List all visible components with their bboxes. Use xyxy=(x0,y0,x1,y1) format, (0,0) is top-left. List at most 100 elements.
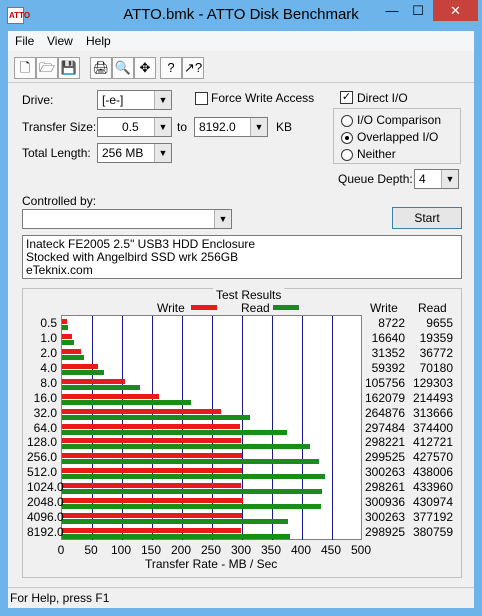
total-length-select[interactable]: 256 MB ▼ xyxy=(97,143,172,163)
y-tick-label: 16.0 xyxy=(33,390,57,405)
y-tick-label: 1024.0 xyxy=(27,480,64,495)
x-tick-label: 400 xyxy=(290,543,312,557)
transfer-from-select[interactable]: 0.5 ▼ xyxy=(97,117,172,137)
read-bar xyxy=(62,519,289,525)
read-value: 374400 xyxy=(412,420,453,435)
y-tick-label: 2.0 xyxy=(40,345,57,360)
write-value: 59392 xyxy=(371,360,405,375)
write-bar xyxy=(62,438,241,444)
test-results-group: Test Results Write Read Write Read Trans… xyxy=(22,288,462,578)
read-value: 129303 xyxy=(412,375,453,390)
save-icon[interactable]: 💾 xyxy=(58,57,80,79)
neither-label: Neither xyxy=(357,147,396,161)
start-button[interactable]: Start xyxy=(392,207,462,229)
write-bar xyxy=(62,378,126,384)
kb-label: KB xyxy=(276,120,293,134)
write-value: 300263 xyxy=(365,510,406,525)
overlapped-io-radio[interactable] xyxy=(341,132,353,144)
print-icon[interactable]: 🖨 xyxy=(90,57,112,79)
write-value: 105756 xyxy=(365,375,406,390)
read-value: 19359 xyxy=(419,330,453,345)
y-tick-label: 4.0 xyxy=(40,360,57,375)
read-bar xyxy=(62,384,140,390)
write-value: 8722 xyxy=(378,316,405,330)
x-tick-label: 200 xyxy=(170,543,192,557)
write-bar xyxy=(62,453,242,459)
transfer-from-value: 0.5 xyxy=(122,120,139,134)
read-bar xyxy=(62,534,291,540)
y-tick-label: 0.5 xyxy=(40,316,57,330)
read-value: 70180 xyxy=(419,360,453,375)
io-mode-group: I/O Comparison Overlapped I/O Neither xyxy=(333,108,461,164)
read-value: 430974 xyxy=(412,495,453,510)
x-tick-label: 350 xyxy=(260,543,282,557)
total-length-label: Total Length: xyxy=(22,146,91,160)
write-value: 31352 xyxy=(371,345,405,360)
menu-bar: File View Help xyxy=(8,31,474,51)
force-write-label: Force Write Access xyxy=(211,91,315,105)
y-tick-label: 32.0 xyxy=(33,405,57,420)
menu-view[interactable]: View xyxy=(47,34,73,48)
y-tick-label: 64.0 xyxy=(33,420,57,435)
results-chart xyxy=(61,315,362,540)
controlled-by-select[interactable]: ▼ xyxy=(22,209,232,229)
drive-select[interactable]: [-e-] ▼ xyxy=(97,90,172,110)
description-line: eTeknix.com xyxy=(26,263,93,277)
close-button[interactable]: ✕ xyxy=(433,0,478,21)
read-bar xyxy=(62,429,287,435)
transfer-to-value: 8192.0 xyxy=(199,120,236,134)
write-value: 300263 xyxy=(365,465,406,480)
io-comparison-label: I/O Comparison xyxy=(357,113,442,127)
queue-depth-select[interactable]: 4 ▼ xyxy=(414,169,459,189)
transfer-to-select[interactable]: 8192.0 ▼ xyxy=(194,117,268,137)
menu-file[interactable]: File xyxy=(15,34,34,48)
io-comparison-radio[interactable] xyxy=(341,115,353,127)
title-bar[interactable]: ATTO ATTO.bmk - ATTO Disk Benchmark — ☐ … xyxy=(0,0,482,31)
neither-radio[interactable] xyxy=(341,149,353,161)
direct-io-checkbox[interactable]: ✓ xyxy=(340,91,353,104)
new-icon[interactable]: 🗋 xyxy=(14,57,36,79)
read-value: 313666 xyxy=(412,405,453,420)
write-value: 299525 xyxy=(365,450,406,465)
write-bar xyxy=(62,483,241,489)
write-bar xyxy=(62,423,241,429)
read-value: 438006 xyxy=(412,465,453,480)
maximize-button[interactable]: ☐ xyxy=(405,0,431,21)
x-tick-label: 300 xyxy=(230,543,252,557)
x-tick-label: 250 xyxy=(200,543,222,557)
read-value: 214493 xyxy=(412,390,453,405)
move-icon[interactable]: ✥ xyxy=(134,57,156,79)
write-value: 300936 xyxy=(365,495,406,510)
read-value: 433960 xyxy=(412,480,453,495)
write-value: 298925 xyxy=(365,525,406,540)
chevron-down-icon[interactable]: ▼ xyxy=(154,118,171,136)
force-write-checkbox[interactable] xyxy=(195,92,208,105)
help-icon[interactable]: ? xyxy=(160,57,182,79)
chevron-down-icon[interactable]: ▼ xyxy=(441,170,458,188)
read-legend-label: Read xyxy=(241,301,270,315)
write-value: 264876 xyxy=(365,405,406,420)
read-bar xyxy=(62,369,105,375)
read-bar xyxy=(62,414,251,420)
total-length-value: 256 MB xyxy=(102,146,144,160)
context-help-icon[interactable]: ↗? xyxy=(182,57,204,79)
y-tick-label: 8192.0 xyxy=(27,525,64,540)
write-value: 298261 xyxy=(365,480,406,495)
menu-help[interactable]: Help xyxy=(86,34,111,48)
x-tick-label: 150 xyxy=(140,543,162,557)
chevron-down-icon[interactable]: ▼ xyxy=(250,118,267,136)
chevron-down-icon[interactable]: ▼ xyxy=(214,210,231,228)
chevron-down-icon[interactable]: ▼ xyxy=(154,144,171,162)
status-text: For Help, press F1 xyxy=(10,591,110,605)
print-preview-icon[interactable]: 🔍 xyxy=(112,57,134,79)
y-tick-label: 256.0 xyxy=(27,450,58,465)
drive-label: Drive: xyxy=(22,93,54,107)
open-icon[interactable]: 🗁 xyxy=(36,57,58,79)
write-value: 297484 xyxy=(365,420,406,435)
chevron-down-icon[interactable]: ▼ xyxy=(154,91,171,109)
minimize-button[interactable]: — xyxy=(379,0,405,21)
description-textarea[interactable]: Inateck FE2005 2.5" USB3 HDD Enclosure S… xyxy=(22,235,462,279)
read-bar xyxy=(62,504,321,510)
y-tick-label: 4096.0 xyxy=(27,510,64,525)
read-bar xyxy=(62,444,310,450)
